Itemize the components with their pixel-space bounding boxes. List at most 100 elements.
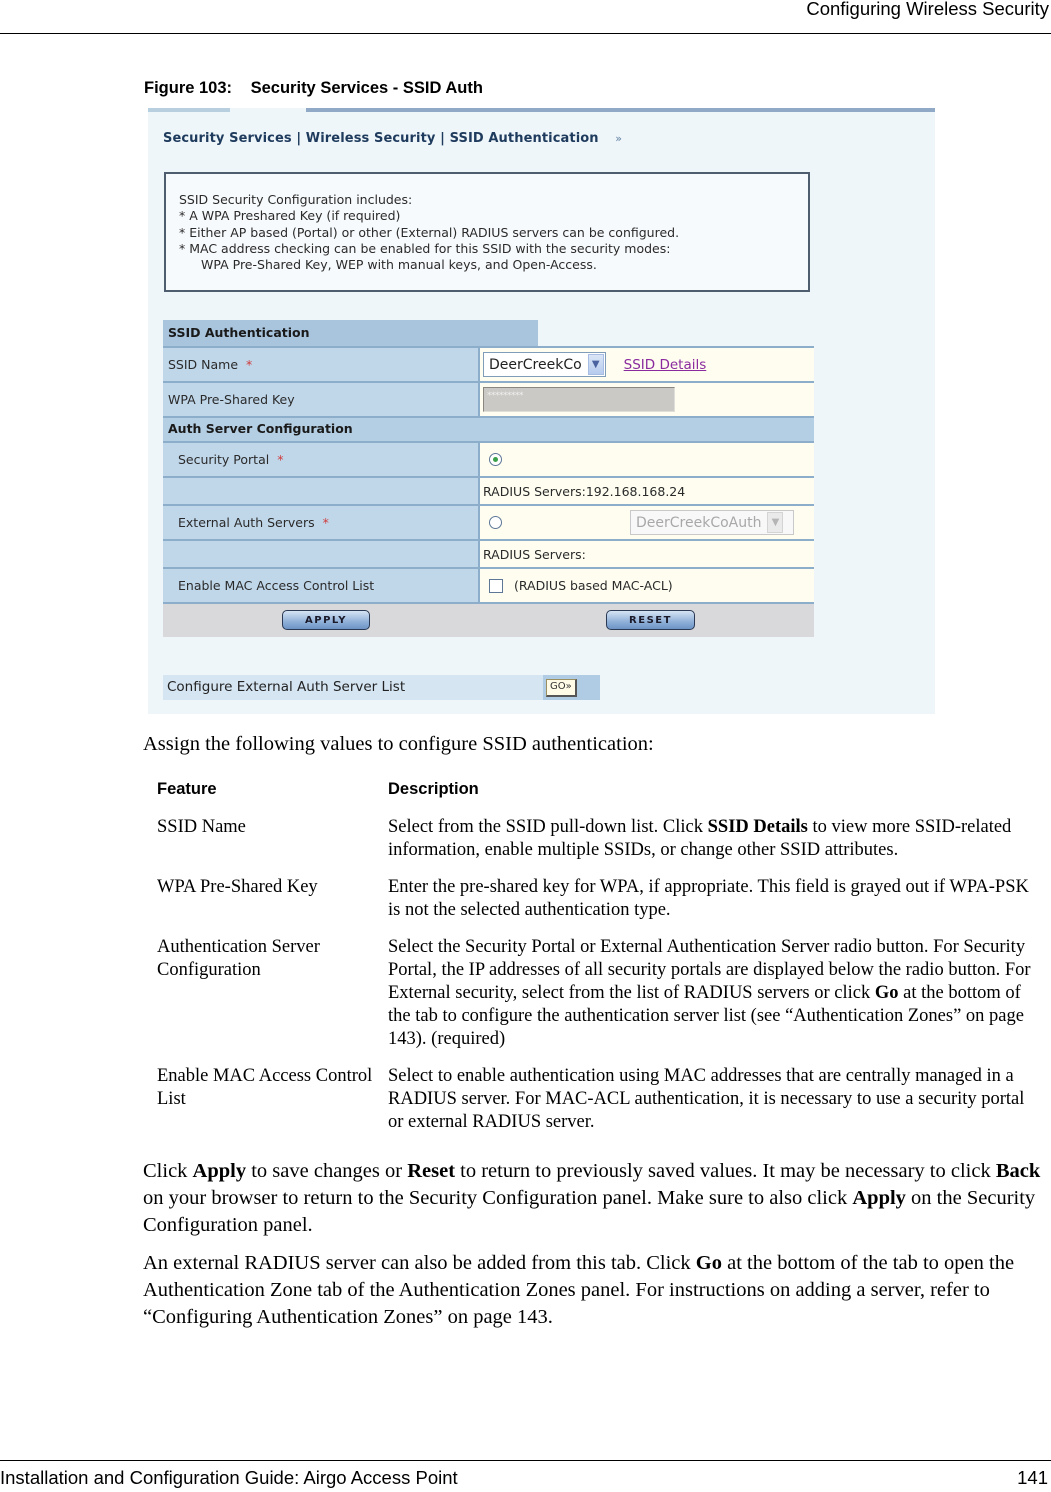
table-row: SSID Name Select from the SSID pull-down … <box>157 816 1047 862</box>
table-row: Authentication Server Configuration Selec… <box>157 936 1047 1051</box>
wpa-psk-value: ********* <box>480 383 814 416</box>
ui-screenshot: Security Services | Wireless Security | … <box>148 108 935 714</box>
table-body: SSID Name Select from the SSID pull-down … <box>157 816 1047 1134</box>
external-auth-select[interactable]: DeerCreekCoAuth ▼ <box>630 510 794 535</box>
feature-cell: WPA Pre-Shared Key <box>157 877 318 897</box>
text-run: on your browser to return to the Securit… <box>143 1187 853 1209</box>
text-run: Enter the pre-shared key for WPA, if app… <box>388 877 1029 920</box>
empty-label <box>163 478 480 504</box>
figure-number: Figure 103: <box>144 79 233 97</box>
security-portal-value <box>480 443 814 476</box>
text-run: Select to enable authentication using MA… <box>388 1066 1025 1132</box>
text-run: Click <box>143 1160 193 1182</box>
ssid-auth-form: SSID Authentication SSID Name * DeerCree… <box>163 320 814 637</box>
label-text: Security Portal <box>178 452 270 467</box>
tab-1[interactable] <box>148 108 230 112</box>
description-cell: Enter the pre-shared key for WPA, if app… <box>388 876 1038 922</box>
table-row: Enable MAC Access Control List Select to … <box>157 1065 1047 1134</box>
table-header: Feature Description <box>157 780 1047 816</box>
row-ssid-name: SSID Name * DeerCreekCo ▼ SSID Details <box>163 346 814 381</box>
description-cell: Select the Security Portal or External A… <box>388 936 1038 1051</box>
feature-cell: SSID Name <box>157 817 246 837</box>
mac-acl-hint: (RADIUS based MAC-ACL) <box>514 578 673 593</box>
section-header-ssid-authentication: SSID Authentication <box>163 320 538 346</box>
paragraph-external-radius: An external RADIUS server can also be ad… <box>143 1250 1043 1331</box>
table-row: WPA Pre-Shared Key Enter the pre-shared k… <box>157 876 1047 922</box>
ssid-select-value: DeerCreekCo <box>489 356 582 373</box>
bold-term: Apply <box>852 1187 906 1209</box>
bold-term: Go <box>695 1252 722 1274</box>
security-portal-radio[interactable] <box>489 453 502 466</box>
chevron-down-icon[interactable]: ▼ <box>587 354 604 375</box>
label-text: SSID Name <box>168 357 239 372</box>
row-external-radius: RADIUS Servers: <box>163 539 814 567</box>
figure-title: Security Services - SSID Auth <box>250 79 483 97</box>
figure-caption: Figure 103: Security Services - SSID Aut… <box>144 79 483 98</box>
ssid-details-link[interactable]: SSID Details <box>624 357 707 373</box>
ssid-name-label: SSID Name * <box>163 348 480 381</box>
external-auth-server-list-row: Configure External Auth Server List GO» <box>163 675 600 700</box>
bold-term: Go <box>874 983 899 1003</box>
double-chevron-right-icon[interactable]: » <box>615 132 622 145</box>
header-feature: Feature <box>157 780 217 798</box>
bold-term: Reset <box>407 1160 456 1182</box>
info-line: * A WPA Preshared Key (if required) <box>179 208 401 224</box>
external-auth-value: DeerCreekCoAuth ▼ <box>480 506 814 539</box>
info-box: SSID Security Configuration includes: * … <box>164 172 810 292</box>
page-number: 141 <box>1017 1467 1048 1488</box>
info-line: * Either AP based (Portal) or other (Ext… <box>179 224 680 240</box>
footer-title: Installation and Configuration Guide: Ai… <box>0 1467 458 1488</box>
mac-acl-label: Enable MAC Access Control List <box>163 569 480 602</box>
section-header-auth-server: Auth Server Configuration <box>163 416 814 441</box>
bold-term: SSID Details <box>707 817 808 837</box>
feature-table: Feature Description SSID Name Select from… <box>157 780 1047 1148</box>
label-text: External Auth Servers <box>178 515 315 530</box>
apply-button[interactable]: APPLY <box>282 610 370 630</box>
go-cell: GO» <box>543 675 600 700</box>
required-marker: * <box>322 515 329 530</box>
bold-term: Apply <box>192 1160 247 1182</box>
bold-term: Back <box>995 1160 1041 1182</box>
text-run: Select from the SSID pull-down list. Cli… <box>388 817 708 837</box>
chevron-down-icon[interactable]: ▼ <box>767 512 784 533</box>
wpa-psk-label: WPA Pre-Shared Key <box>163 383 480 416</box>
external-auth-radio[interactable] <box>489 516 502 529</box>
tab-strip <box>148 108 935 112</box>
go-button[interactable]: GO» <box>546 678 577 697</box>
text-run: An external RADIUS server can also be ad… <box>143 1252 696 1274</box>
row-mac-acl: Enable MAC Access Control List (RADIUS b… <box>163 567 814 602</box>
portal-radius-servers: RADIUS Servers:192.168.168.24 <box>480 478 814 504</box>
radio-selected-dot <box>493 457 498 462</box>
breadcrumb: Security Services | Wireless Security | … <box>163 131 622 146</box>
reset-button[interactable]: RESET <box>606 610 695 630</box>
row-wpa-psk: WPA Pre-Shared Key ********* <box>163 381 814 416</box>
info-line: SSID Security Configuration includes: <box>179 192 413 207</box>
external-radius-servers: RADIUS Servers: <box>480 541 814 567</box>
mac-acl-value: (RADIUS based MAC-ACL) <box>480 569 814 602</box>
feature-cell: Authentication Server Configuration <box>157 937 320 980</box>
header-description: Description <box>388 780 479 798</box>
required-marker: * <box>246 357 253 372</box>
feature-cell: Enable MAC Access Control List <box>157 1066 373 1109</box>
row-portal-radius: RADIUS Servers:192.168.168.24 <box>163 476 814 504</box>
running-header: Configuring Wireless Security <box>806 0 1049 19</box>
ssid-select[interactable]: DeerCreekCo ▼ <box>483 352 606 377</box>
empty-label <box>163 541 480 567</box>
header-rule <box>0 33 1051 34</box>
info-line: * MAC address checking can be enabled fo… <box>179 240 671 256</box>
description-cell: Select from the SSID pull-down list. Cli… <box>388 816 1038 862</box>
footer-rule <box>0 1460 1051 1461</box>
tab-3[interactable] <box>306 108 935 112</box>
mac-acl-checkbox[interactable] <box>489 578 503 593</box>
wpa-psk-input[interactable]: ********* <box>483 387 675 412</box>
ssid-name-value: DeerCreekCo ▼ SSID Details <box>480 348 814 381</box>
paragraph-apply-reset: Click Apply to save changes or Reset to … <box>143 1158 1043 1239</box>
required-marker: * <box>277 452 284 467</box>
text-run: to save changes or <box>246 1160 408 1182</box>
button-row: APPLY RESET <box>163 602 814 637</box>
breadcrumb-text: Security Services | Wireless Security | … <box>163 131 599 146</box>
text-run: to return to previously saved values. It… <box>455 1160 996 1182</box>
tab-2-active[interactable] <box>230 108 306 112</box>
intro-text: Assign the following values to configure… <box>143 733 654 755</box>
info-line: WPA Pre-Shared Key, WEP with manual keys… <box>201 257 597 273</box>
